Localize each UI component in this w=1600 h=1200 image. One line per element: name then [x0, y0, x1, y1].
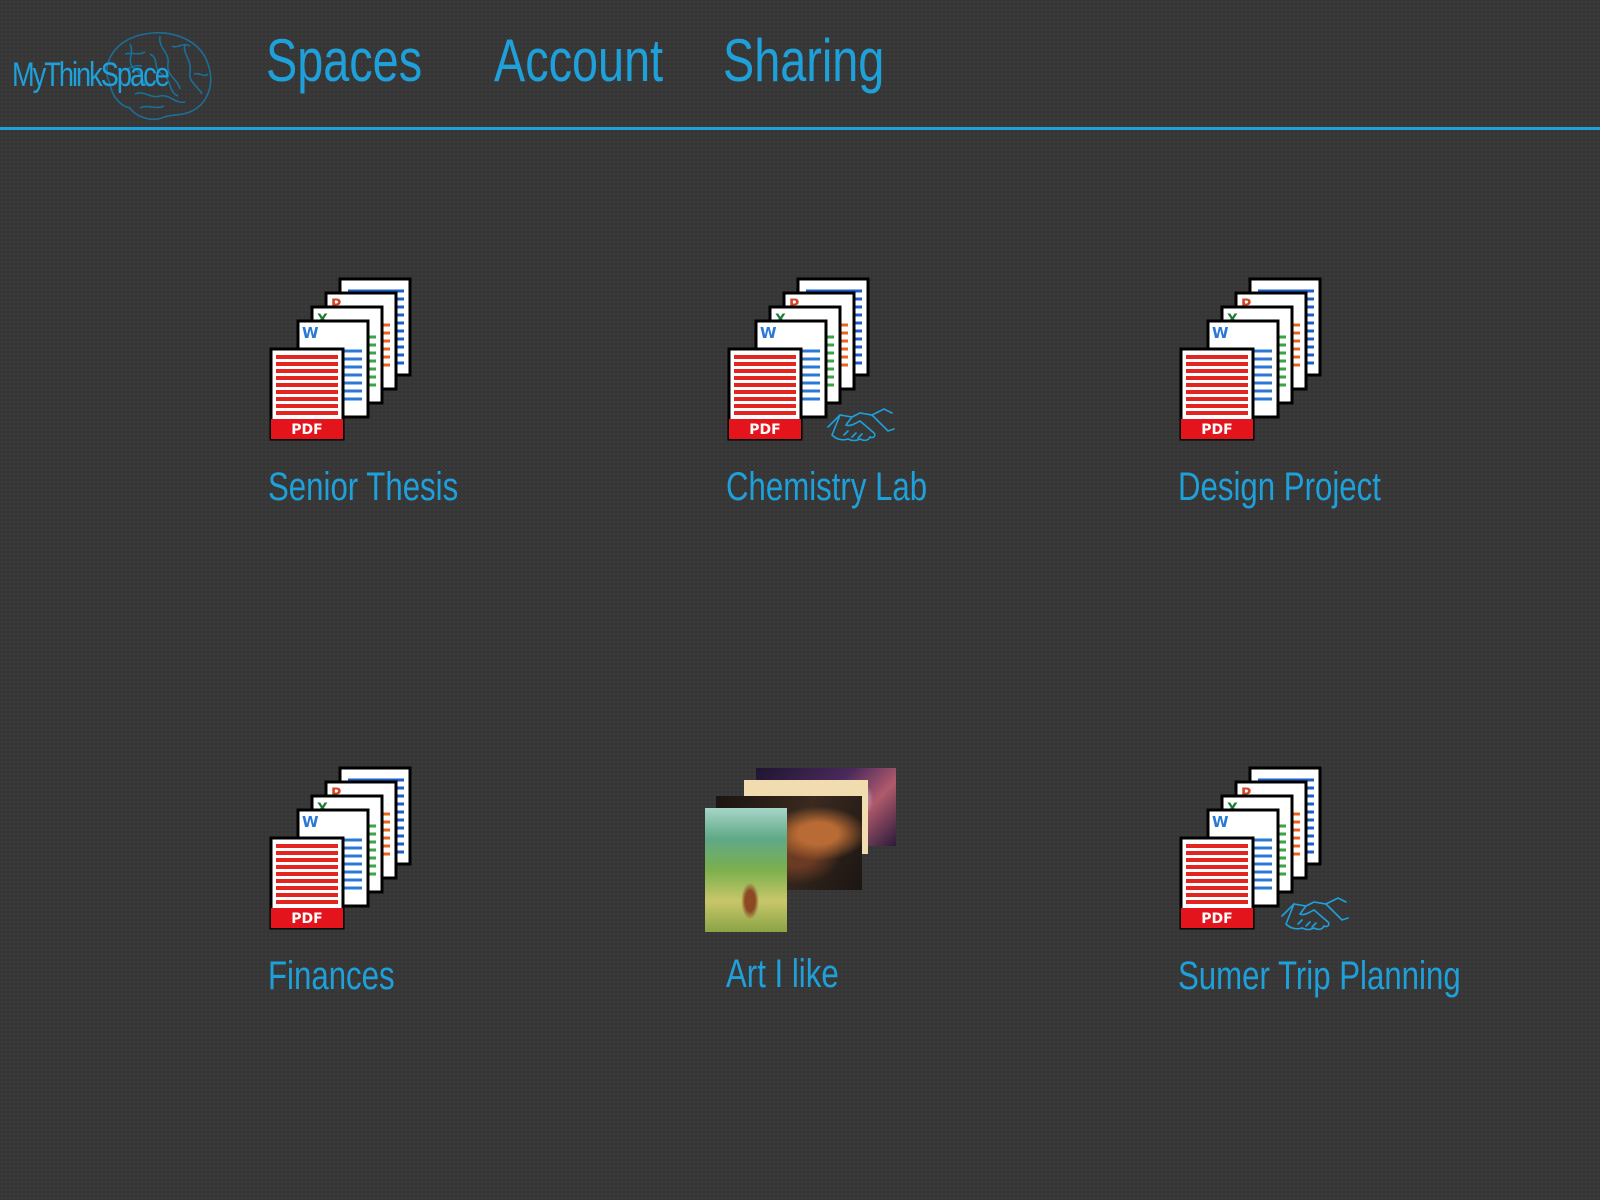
handshake-icon [1280, 894, 1350, 934]
image-stack-icon [704, 766, 904, 936]
nav-account[interactable]: Account [494, 26, 663, 95]
space-label: Chemistry Lab [726, 465, 928, 509]
space-label: Senior Thesis [268, 465, 459, 509]
top-nav-bar: MyThinkSpace Spaces Account Sharing [0, 0, 1600, 130]
space-tile-chemistry-lab[interactable]: Chemistry Lab [726, 275, 1026, 535]
space-label: Sumer Trip Planning [1178, 954, 1461, 998]
space-tile-senior-thesis[interactable]: Senior Thesis [268, 275, 568, 535]
space-tile-art-i-like[interactable]: Art I like [704, 766, 1004, 1026]
logo-text: MyThinkSpace [12, 56, 170, 94]
space-label: Design Project [1178, 465, 1381, 509]
document-stack-icon [1178, 275, 1328, 445]
space-tile-sumer-trip-planning[interactable]: Sumer Trip Planning [1178, 764, 1478, 1024]
document-stack-icon [268, 275, 418, 445]
nav-spaces[interactable]: Spaces [266, 26, 422, 95]
space-label: Finances [268, 954, 395, 998]
space-tile-finances[interactable]: Finances [268, 764, 568, 1024]
handshake-icon [826, 405, 896, 445]
app-logo[interactable]: MyThinkSpace [10, 22, 220, 126]
space-tile-design-project[interactable]: Design Project [1178, 275, 1478, 535]
document-stack-icon [268, 764, 418, 934]
space-label: Art I like [726, 952, 839, 996]
nav-sharing[interactable]: Sharing [723, 26, 884, 95]
artwork-thumbnail [705, 808, 787, 932]
